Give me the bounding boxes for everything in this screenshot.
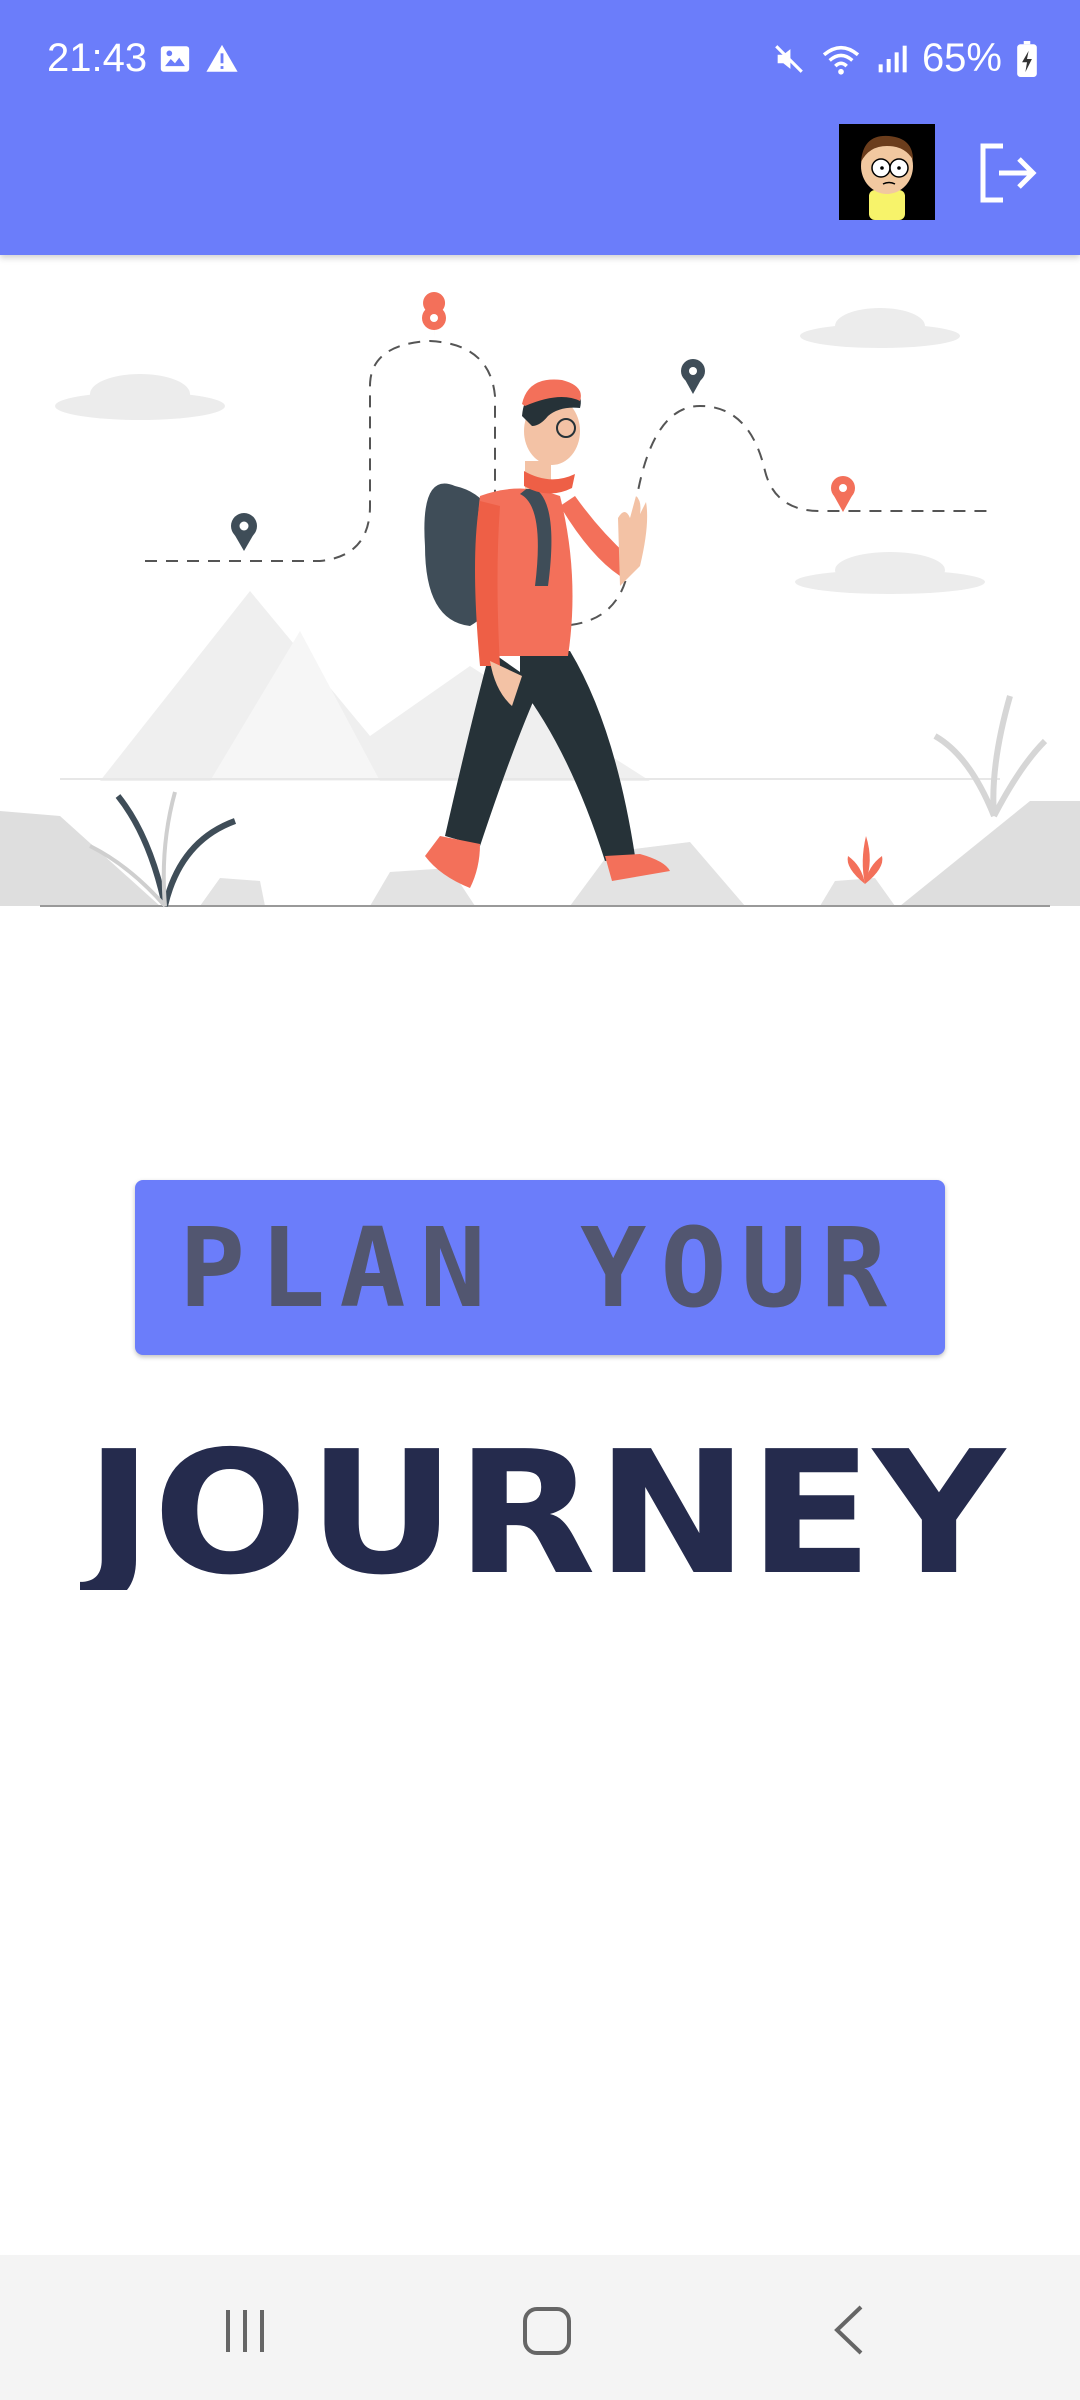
back-icon bbox=[834, 2305, 863, 2355]
status-bar: 21:43 65% bbox=[0, 0, 1080, 110]
plan-your-text: PLAN YOUR bbox=[178, 1203, 902, 1332]
hiker-illustration-icon bbox=[0, 292, 1080, 908]
logout-button[interactable] bbox=[975, 140, 1041, 206]
back-button[interactable] bbox=[815, 2295, 885, 2365]
battery-percent: 65% bbox=[921, 36, 1002, 80]
recents-button[interactable] bbox=[210, 2295, 280, 2365]
recents-icon bbox=[226, 2310, 264, 2352]
image-icon bbox=[160, 46, 190, 72]
plan-your-banner: PLAN YOUR bbox=[135, 1180, 945, 1355]
journey-logo-word: JOURNEY bbox=[80, 1440, 1007, 1590]
home-button[interactable] bbox=[511, 2295, 581, 2365]
signal-icon bbox=[878, 45, 907, 72]
mute-icon bbox=[775, 44, 803, 73]
journey-text: JOURNEY bbox=[80, 1440, 1007, 1590]
home-icon bbox=[523, 2307, 571, 2355]
battery-icon bbox=[1017, 40, 1037, 77]
status-time: 21:43 bbox=[47, 36, 148, 80]
avatar[interactable] bbox=[839, 124, 935, 220]
logout-icon bbox=[980, 143, 1037, 203]
wifi-icon bbox=[822, 45, 860, 75]
navigation-bar bbox=[0, 2255, 1080, 2400]
warning-icon bbox=[206, 44, 238, 72]
avatar-cartoon-icon bbox=[839, 124, 935, 220]
app-bar: 21:43 65% bbox=[0, 0, 1080, 255]
hero-illustration bbox=[0, 256, 1080, 916]
